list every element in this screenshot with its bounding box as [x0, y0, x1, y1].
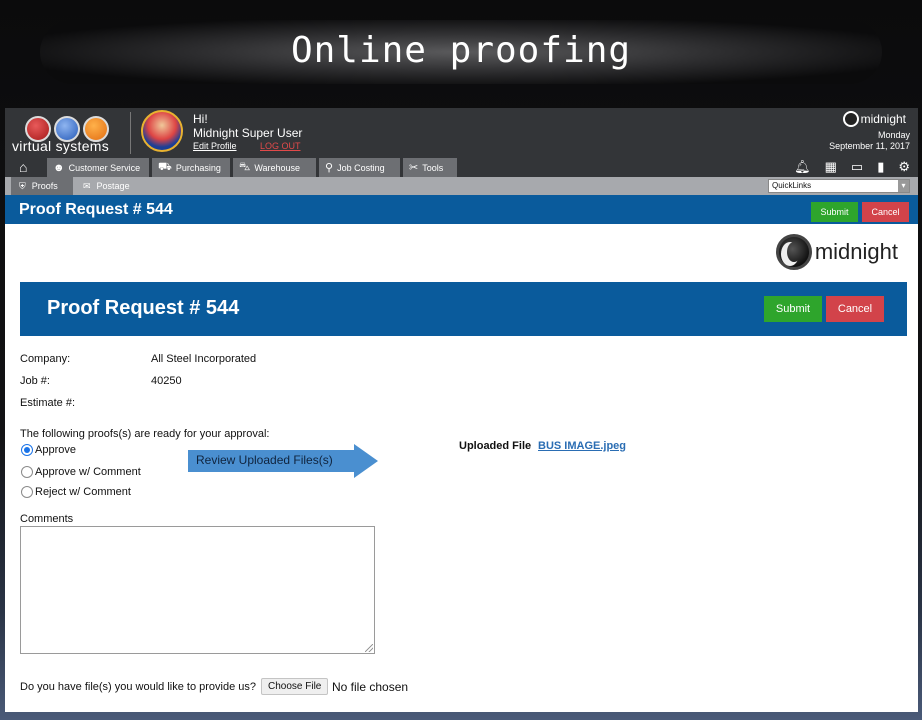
current-date: September 11, 2017 [829, 141, 910, 151]
logout-link[interactable]: LOG OUT [260, 141, 301, 151]
uploaded-file-label: Uploaded File [459, 440, 532, 452]
comments-textarea[interactable] [20, 526, 375, 654]
radio-label: Approve [35, 444, 76, 456]
username: Midnight Super User [193, 126, 303, 140]
tab-customer-service[interactable]: ☻ Customer Service [47, 158, 149, 177]
radio-reject-comment[interactable]: Reject w/ Comment [21, 486, 131, 498]
tab-tools[interactable]: ✂ Tools [403, 158, 457, 177]
document-icon[interactable]: ▮ [877, 159, 884, 175]
radio-approve[interactable]: Approve [21, 444, 76, 456]
page-title: Proof Request # 544 [19, 201, 173, 218]
tab-label: Tools [422, 162, 444, 173]
subtab-postage[interactable]: ✉ Postage [75, 177, 145, 195]
subtab-proofs[interactable]: ⛨ Proofs [11, 177, 73, 195]
edit-profile-link[interactable]: Edit Profile [193, 141, 237, 151]
sub-nav: ⛨ Proofs ✉ Postage QuickLinks ▾ [5, 177, 918, 195]
tab-label: Customer Service [68, 162, 141, 173]
choose-file-button[interactable]: Choose File [261, 678, 329, 695]
nav-right-icons: 🔔︎ ▦ ▭ ▮ ⚙ [794, 159, 910, 175]
comments-label: Comments [20, 513, 74, 525]
radio-button-checked[interactable] [21, 444, 33, 456]
resize-grip-icon[interactable] [365, 644, 373, 652]
tab-job-costing[interactable]: ⚲ Job Costing [319, 158, 400, 177]
submit-button[interactable]: Submit [764, 296, 822, 322]
company-label: Company: [20, 353, 71, 365]
brand-big-text: midnight [814, 239, 898, 264]
radio-button[interactable] [21, 486, 33, 498]
tab-purchasing[interactable]: ⛟ Purchasing [152, 158, 230, 177]
job-value: 40250 [151, 375, 182, 387]
title-strip: Proof Request # 544 Submit Cancel [5, 195, 918, 224]
submit-button-top[interactable]: Submit [811, 202, 858, 222]
app-window: virtual systems Hi! Midnight Super User … [5, 108, 918, 712]
truck-icon: ⛍ [239, 160, 251, 173]
company-value: All Steel Incorporated [151, 353, 257, 365]
brand-text: virtual systems [12, 138, 110, 154]
avatar[interactable] [141, 110, 183, 152]
greeting: Hi! [193, 112, 208, 126]
radio-label: Reject w/ Comment [35, 486, 131, 498]
tab-warehouse[interactable]: ⛍ Warehouse [233, 158, 316, 177]
cart-icon: ⛟ [158, 160, 172, 173]
chevron-down-icon: ▾ [898, 180, 909, 192]
bell-icon[interactable]: 🔔︎ [794, 159, 811, 175]
brand-small-text: midnight [860, 112, 906, 126]
moon-logo-icon [775, 234, 812, 270]
slide-title: Online proofing [290, 30, 632, 71]
midnight-logo: midnight [775, 234, 898, 270]
form-title: Proof Request # 544 [47, 297, 240, 319]
app-header: virtual systems Hi! Midnight Super User … [5, 108, 918, 158]
radio-label: Approve w/ Comment [35, 466, 141, 478]
midnight-logo-small: midnight [842, 111, 906, 127]
gear-icon[interactable]: ⚙ [898, 159, 910, 175]
form-header-band: Proof Request # 544 Submit Cancel [20, 282, 907, 336]
uploaded-file-link[interactable]: BUS IMAGE.jpeg [538, 440, 626, 452]
shield-icon: ⛨ [19, 180, 26, 191]
radio-button[interactable] [21, 466, 33, 478]
quicklinks-select[interactable]: QuickLinks ▾ [768, 179, 910, 193]
job-label: Job #: [20, 375, 50, 387]
moon-logo-icon [842, 111, 859, 127]
proofs-intro: The following proofs(s) are ready for yo… [20, 428, 270, 440]
radio-approve-comment[interactable]: Approve w/ Comment [21, 466, 141, 478]
quicklinks-value: QuickLinks [772, 181, 812, 190]
tab-label: Warehouse [254, 162, 301, 173]
proof-form: midnight Proof Request # 544 Submit Canc… [5, 224, 918, 712]
file-question: Do you have file(s) you would like to pr… [20, 681, 257, 693]
no-file-status: No file chosen [332, 680, 409, 694]
current-day: Monday [877, 130, 910, 140]
cancel-button[interactable]: Cancel [826, 296, 884, 322]
calendar-icon[interactable]: ▦ [825, 159, 837, 175]
tools-icon: ✂ [409, 162, 419, 174]
subtab-label: Postage [96, 181, 130, 191]
tab-label: Job Costing [337, 162, 385, 173]
callout-text: Review Uploaded Files(s) [196, 453, 333, 467]
home-icon[interactable]: ⌂ [19, 159, 39, 176]
review-callout-arrow: Review Uploaded Files(s) [188, 444, 378, 478]
magnifier-icon: ⚲ [325, 162, 334, 174]
estimate-label: Estimate #: [20, 397, 76, 409]
tab-label: Purchasing [175, 162, 221, 173]
cancel-button-top[interactable]: Cancel [862, 202, 909, 222]
subtab-label: Proofs [31, 181, 58, 191]
header-divider [130, 112, 131, 154]
main-nav: ⌂ ☻ Customer Service ⛟ Purchasing ⛍ Ware… [5, 158, 918, 177]
monitor-icon[interactable]: ▭ [851, 159, 863, 175]
postage-icon: ✉ [83, 180, 91, 191]
arrow-right-icon [354, 444, 378, 478]
person-icon: ☻ [53, 161, 65, 174]
